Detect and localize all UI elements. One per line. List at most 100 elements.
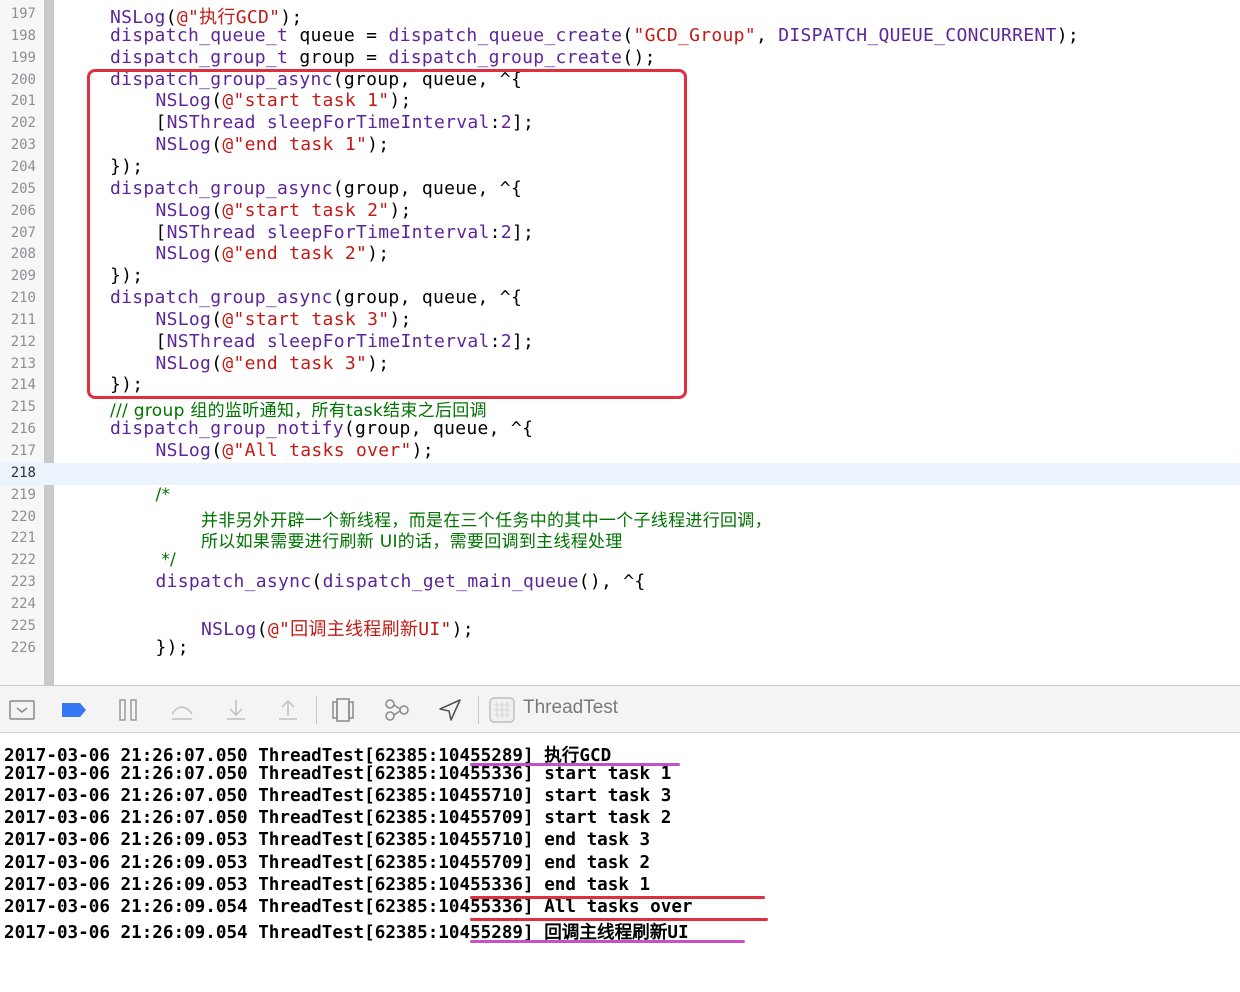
code-text: NSLog(@"All tasks over"); (156, 440, 434, 461)
code-token: ); (411, 440, 434, 461)
line-number: 210 (10, 290, 36, 307)
line-number: 219 (10, 486, 36, 503)
line-number: 197 (10, 6, 36, 22)
line-number: 212 (10, 333, 36, 350)
line-number: 205 (10, 180, 36, 197)
code-text: */ (156, 549, 177, 570)
code-keyword: dispatch_queue_create (388, 24, 623, 46)
console-log-line: 2017-03-06 21:26:07.050 ThreadTest[62385… (4, 786, 672, 807)
step-out-icon[interactable] (274, 696, 302, 724)
line-number: 201 (10, 93, 36, 110)
console-log-line: 2017-03-06 21:26:07.050 ThreadTest[62385… (4, 764, 672, 785)
code-text: }); (156, 637, 189, 658)
line-number: 203 (10, 137, 36, 154)
code-keyword: NSLog (155, 440, 212, 461)
step-over-icon[interactable] (168, 696, 196, 724)
view-hierarchy-icon[interactable] (329, 696, 357, 724)
code-token: queue = (288, 24, 389, 46)
code-token: (); (622, 46, 656, 68)
code-token: ( (211, 440, 223, 461)
code-line[interactable]: 198 dispatch_queue_t queue = dispatch_que… (0, 25, 1240, 48)
code-line[interactable]: 224 (0, 594, 1240, 616)
code-line[interactable]: 220 并非另外开辟一个新线程，而是在三个任务中的其中一个子线程进行回调， (0, 507, 1240, 531)
toolbar-separator (316, 696, 317, 724)
line-number: 220 (10, 508, 36, 525)
code-token: group = (288, 46, 389, 68)
breakpoints-active-icon[interactable] (60, 696, 88, 724)
code-string: @"回调主线程刷新UI" (267, 618, 452, 640)
code-line[interactable]: 222 */ (0, 550, 1240, 572)
scheme-label[interactable]: ThreadTest (523, 697, 618, 719)
line-number: 211 (10, 311, 36, 328)
console-output[interactable]: 2017-03-06 21:26:07.050 ThreadTest[62385… (0, 733, 1240, 992)
toolbar-separator (478, 696, 479, 724)
app-target-icon[interactable] (488, 696, 516, 724)
line-number: 204 (10, 158, 36, 175)
code-line[interactable]: 221 所以如果需要进行刷新 UI的话，需要回调到主线程处理 (0, 527, 1240, 552)
code-token: (), ^{ (578, 571, 646, 593)
underline-annotation (470, 895, 765, 899)
simulate-location-icon[interactable] (436, 696, 464, 724)
code-string: "GCD_Group" (633, 24, 756, 46)
code-token: ( (256, 618, 268, 640)
code-token: ( (311, 571, 323, 593)
line-number: 202 (10, 115, 36, 132)
debug-toolbar: ThreadTest (0, 685, 1240, 733)
step-into-icon[interactable] (222, 696, 250, 724)
code-keyword: NSLog (201, 618, 257, 640)
console-log-line: 2017-03-06 21:26:09.053 ThreadTest[62385… (4, 830, 651, 851)
code-keyword: DISPATCH_QUEUE_CONCURRENT (778, 24, 1057, 46)
line-number: 199 (10, 49, 36, 66)
hide-debug-area-icon[interactable] (8, 696, 36, 724)
code-token: (group, queue, ^{ (343, 418, 534, 440)
code-text: /* (156, 484, 171, 505)
code-keyword: dispatch_get_main_queue (322, 571, 579, 593)
underline-annotation (470, 939, 745, 943)
code-line[interactable]: 215/// group 组的监听通知，所有task结束之后回调 (0, 397, 1240, 421)
code-text: dispatch_async(dispatch_get_main_queue()… (156, 571, 646, 592)
code-line[interactable]: 218 (0, 462, 1240, 485)
memory-graph-icon[interactable] (383, 696, 411, 724)
line-number: 214 (10, 377, 36, 394)
code-token: , (755, 24, 779, 46)
code-line[interactable]: 223 dispatch_async(dispatch_get_main_queu… (0, 571, 1240, 594)
line-number: 222 (10, 552, 36, 569)
line-number: 213 (10, 355, 36, 372)
line-number: 217 (10, 443, 36, 459)
line-number: 223 (10, 574, 36, 591)
console-log-line: 2017-03-06 21:26:09.053 ThreadTest[62385… (4, 874, 651, 895)
code-line[interactable]: 216 dispatch_group_notify(group, queue, ^… (0, 418, 1240, 441)
line-number: 218 (10, 464, 36, 481)
line-number: 224 (10, 595, 36, 612)
code-keyword: dispatch_async (155, 571, 312, 593)
code-editor[interactable]: 197 NSLog(@"执行GCD"); 198 dispatch_queue_t q… (0, 0, 1240, 685)
line-number: 226 (10, 639, 36, 656)
code-text: dispatch_group_notify(group, queue, ^{ (110, 418, 533, 439)
code-line[interactable]: 197 NSLog(@"执行GCD"); (0, 4, 1240, 28)
code-token: ); (451, 618, 474, 640)
code-keyword: dispatch_group_create (388, 46, 623, 68)
pause-icon[interactable] (114, 696, 142, 724)
line-number: 198 (10, 27, 36, 44)
console-log-line: 2017-03-06 21:26:09.053 ThreadTest[62385… (4, 852, 651, 873)
code-comment: /* (155, 484, 171, 505)
line-number: 207 (10, 224, 36, 241)
console-log-line: 2017-03-06 21:26:07.050 ThreadTest[62385… (4, 808, 672, 829)
code-line[interactable]: 219 /* (0, 485, 1240, 507)
line-number: 216 (10, 421, 36, 438)
code-keyword: dispatch_group_notify (110, 418, 344, 440)
line-number: 221 (10, 530, 36, 547)
code-line[interactable]: 199 dispatch_group_t group = dispatch_gro… (0, 46, 1240, 70)
code-token: ( (622, 24, 634, 46)
code-line[interactable]: 226}); (0, 637, 1240, 660)
line-number: 215 (10, 399, 36, 416)
code-token: ); (1056, 24, 1079, 46)
line-number: 225 (10, 617, 36, 634)
highlight-annotation-box (87, 69, 687, 399)
code-line[interactable]: 225 NSLog(@"回调主线程刷新UI"); (0, 616, 1240, 640)
code-text: dispatch_queue_t queue = dispatch_queue_… (110, 25, 1079, 46)
code-keyword: dispatch_queue_t (110, 24, 289, 46)
code-text: 所以如果需要进行刷新 UI的话，需要回调到主线程处理 (201, 527, 623, 552)
line-number: 206 (10, 202, 36, 219)
code-line[interactable]: 217 NSLog(@"All tasks over"); (0, 440, 1240, 463)
